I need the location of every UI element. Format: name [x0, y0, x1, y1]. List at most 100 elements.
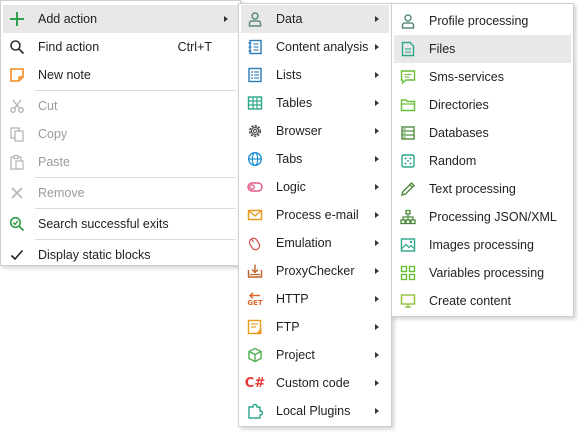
x-icon — [7, 183, 27, 203]
mouse-icon — [245, 233, 265, 253]
menu-item-lists[interactable]: Lists — [241, 61, 389, 89]
menu-item-find-action[interactable]: Find action Ctrl+T — [3, 33, 238, 61]
menu-item-http[interactable]: GET HTTP — [241, 285, 389, 313]
menu-item-sms-services[interactable]: Sms-services — [394, 63, 571, 91]
menu-item-label: Images processing — [429, 238, 534, 252]
envelope-icon — [245, 205, 265, 225]
menu-item-images-processing[interactable]: Images processing — [394, 231, 571, 259]
menu-item-tables[interactable]: Tables — [241, 89, 389, 117]
menu-separator — [35, 90, 236, 91]
menu-item-project[interactable]: Project — [241, 341, 389, 369]
menu-item-ftp[interactable]: FTP — [241, 313, 389, 341]
menu-item-process-email[interactable]: Process e-mail — [241, 201, 389, 229]
menu-item-files[interactable]: Files — [394, 35, 571, 63]
menu-item-browser[interactable]: Browser — [241, 117, 389, 145]
menu-item-label: Lists — [276, 68, 302, 82]
hierarchy-icon — [398, 207, 418, 227]
monitor-icon — [398, 291, 418, 311]
database-icon — [398, 123, 418, 143]
scissors-icon — [7, 96, 27, 116]
cube-icon — [245, 345, 265, 365]
menu-item-label: Databases — [429, 126, 489, 140]
submenu-arrow-icon — [375, 324, 379, 330]
menu-item-label: Data — [276, 12, 303, 26]
search-icon — [7, 37, 27, 57]
chat-icon — [398, 67, 418, 87]
profile-icon — [398, 11, 418, 31]
menu-item-emulation[interactable]: Emulation — [241, 229, 389, 257]
search-check-icon — [7, 214, 27, 234]
menu-item-search-successful-exits[interactable]: Search successful exits — [3, 210, 238, 238]
menu-item-label: Directories — [429, 98, 489, 112]
submenu-arrow-icon — [375, 128, 379, 134]
submenu-arrow-icon — [375, 240, 379, 246]
menu-item-paste[interactable]: Paste — [3, 148, 238, 176]
menu-item-label: FTP — [276, 320, 300, 334]
csharp-icon-text: C# — [244, 375, 266, 391]
menu-item-proxychecker[interactable]: ProxyChecker — [241, 257, 389, 285]
menu-item-databases[interactable]: Databases — [394, 119, 571, 147]
data-submenu: Profile processing Files Sms-services Di… — [391, 3, 574, 317]
menu-item-label: Processing JSON/XML — [429, 210, 557, 224]
grid-icon — [398, 263, 418, 283]
table-icon — [245, 93, 265, 113]
menu-item-label: Tabs — [276, 152, 303, 166]
add-action-submenu: Data Content analysis Lists Tables Brows… — [238, 3, 392, 427]
menu-item-cut[interactable]: Cut — [3, 92, 238, 120]
menu-item-label: Tables — [276, 96, 313, 110]
menu-item-directories[interactable]: Directories — [394, 91, 571, 119]
menu-item-custom-code[interactable]: C# Custom code — [241, 369, 389, 397]
ftp-icon — [245, 317, 265, 337]
menu-item-label: Custom code — [276, 376, 350, 390]
menu-item-label: Remove — [38, 186, 85, 200]
submenu-arrow-icon — [375, 268, 379, 274]
menu-item-create-content[interactable]: Create content — [394, 287, 571, 315]
menu-item-label: Local Plugins — [276, 404, 351, 418]
submenu-arrow-icon — [375, 184, 379, 190]
download-box-icon — [245, 261, 265, 281]
submenu-arrow-icon — [375, 380, 379, 386]
menu-item-label: Random — [429, 154, 477, 168]
image-icon — [398, 235, 418, 255]
person-icon — [245, 9, 265, 29]
menu-item-profile-processing[interactable]: Profile processing — [394, 7, 571, 35]
menu-item-copy[interactable]: Copy — [3, 120, 238, 148]
plus-icon — [7, 9, 27, 29]
menu-item-label: Paste — [38, 155, 70, 169]
menu-item-label: ProxyChecker — [276, 264, 355, 278]
menu-item-display-static-blocks[interactable]: Display static blocks — [3, 241, 238, 269]
menu-item-label: Create content — [429, 294, 511, 308]
menu-item-text-processing[interactable]: Text processing — [394, 175, 571, 203]
menu-item-label: Copy — [38, 127, 68, 141]
menu-item-label: Search successful exits — [38, 217, 169, 231]
document-icon — [245, 37, 265, 57]
menu-item-label: Files — [429, 42, 456, 56]
submenu-arrow-icon — [375, 296, 379, 302]
menu-item-label: Logic — [276, 180, 306, 194]
shortcut-label: Ctrl+T — [177, 40, 212, 54]
menu-item-logic[interactable]: Logic — [241, 173, 389, 201]
menu-item-random[interactable]: Random — [394, 147, 571, 175]
menu-item-local-plugins[interactable]: Local Plugins — [241, 397, 389, 425]
submenu-arrow-icon — [375, 44, 379, 50]
menu-item-tabs[interactable]: Tabs — [241, 145, 389, 173]
file-icon — [398, 39, 418, 59]
menu-item-label: Process e-mail — [276, 208, 359, 222]
menu-item-remove[interactable]: Remove — [3, 179, 238, 207]
menu-item-add-action[interactable]: Add action — [3, 5, 238, 33]
menu-item-label: Profile processing — [429, 14, 529, 28]
menu-item-new-note[interactable]: New note — [3, 61, 238, 89]
puzzle-icon — [245, 401, 265, 421]
menu-item-label: Text processing — [429, 182, 516, 196]
menu-item-processing-json-xml[interactable]: Processing JSON/XML — [394, 203, 571, 231]
menu-separator — [35, 239, 236, 240]
menu-item-content-analysis[interactable]: Content analysis — [241, 33, 389, 61]
globe-icon — [245, 149, 265, 169]
menu-item-label: Add action — [38, 12, 98, 26]
submenu-arrow-icon — [375, 352, 379, 358]
get-request-icon: GET — [245, 289, 265, 309]
menu-item-variables-processing[interactable]: Variables processing — [394, 259, 571, 287]
submenu-arrow-icon — [375, 72, 379, 78]
menu-item-data[interactable]: Data — [241, 5, 389, 33]
menu-item-label: Cut — [38, 99, 58, 113]
